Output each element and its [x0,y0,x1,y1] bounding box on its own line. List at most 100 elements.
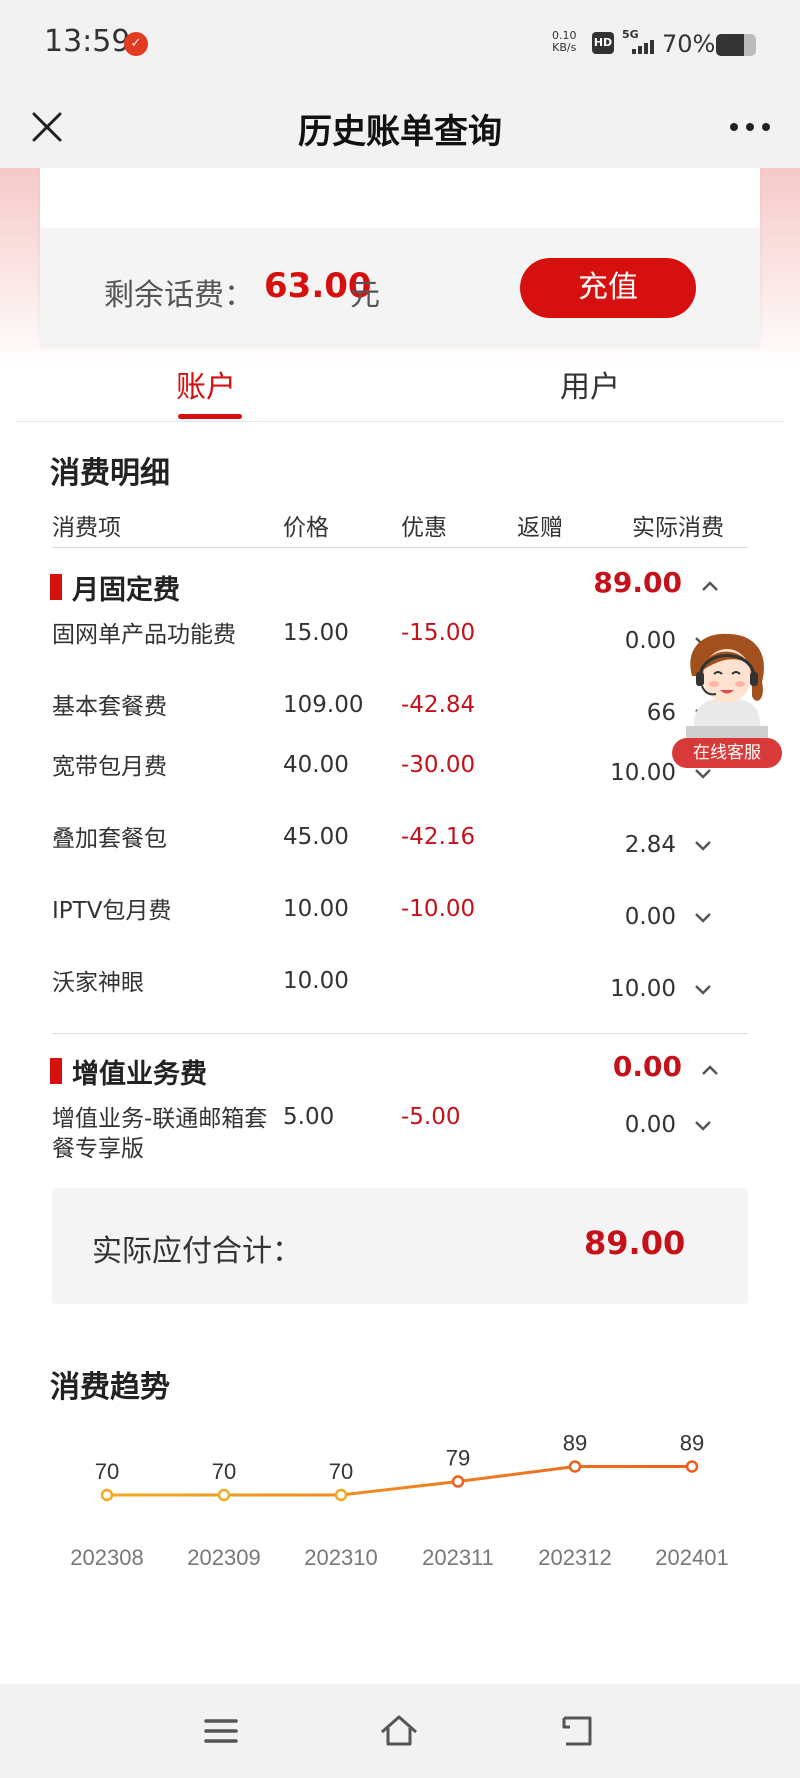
battery-percent: 70% [662,30,716,58]
chevron-up-icon[interactable] [698,574,722,598]
group-name: 增值业务费 [72,1059,207,1090]
fee-discount: -15.00 [401,620,476,646]
balance-card: 剩余话费： 63.00 元 充值 [40,168,760,344]
trend-title: 消费趋势 [50,1370,170,1405]
fee-name: 宽带包月费 [52,754,167,780]
chevron-up-icon[interactable] [698,1058,722,1082]
fee-price: 45.00 [283,824,349,850]
account-tabs: 账户 用户 [16,352,784,422]
fee-actual: 0.00 [624,1112,676,1138]
fee-name: 叠加套餐包 [52,826,167,852]
group-name: 月固定费 [72,575,180,606]
trend-month-label: 202309 [187,1545,260,1570]
page-title: 历史账单查询 [298,112,502,152]
trend-point[interactable] [100,1488,114,1502]
tab-active-indicator [178,414,242,419]
chevron-down-icon[interactable] [692,978,714,1000]
back-icon[interactable] [556,1710,598,1752]
signal-bars-icon [632,38,658,54]
trend-value-label: 89 [680,1431,704,1456]
fee-actual: 10.00 [610,976,676,1002]
trend-point[interactable] [451,1475,465,1488]
menu-icon[interactable] [200,1710,242,1752]
fee-row[interactable]: 沃家神眼 10.00 10.00 [52,968,752,1012]
group-divider [52,1033,748,1034]
fee-name: 增值业务-联通邮箱套餐专享版 [52,1106,268,1162]
fee-row[interactable]: 宽带包月费 40.00 -30.00 10.00 [52,752,752,796]
chevron-down-icon[interactable] [692,1114,714,1136]
balance-unit: 元 [350,278,380,313]
consumption-trend-chart: 70 202308 70 202309 70 202310 79 202311 89 202312… [70,1431,728,1571]
close-icon[interactable] [22,102,72,152]
fee-discount: -5.00 [401,1104,461,1130]
trend-point[interactable] [568,1460,582,1473]
trend-value-label: 70 [95,1459,119,1484]
fee-name: 沃家神眼 [52,970,144,996]
detail-table-header: 消费项 价格 优惠 返赠 实际消费 [52,508,748,548]
fee-row[interactable]: IPTV包月费 10.00 -10.00 0.00 [52,896,752,940]
notification-icon: ✓ [124,32,148,56]
balance-panel: 剩余话费： 63.00 元 充值 [40,228,760,344]
trend-month-label: 202311 [422,1545,494,1570]
more-icon[interactable] [722,102,778,152]
trend-value-label: 70 [212,1459,236,1484]
fee-actual: 0.00 [624,904,676,930]
tab-user[interactable]: 用户 [490,362,690,406]
balance-label: 剩余话费： [104,278,254,313]
detail-title: 消费明细 [50,456,170,491]
fee-price: 10.00 [283,968,349,994]
fee-name: 固网单产品功能费 [52,622,236,648]
tab-user-label: 用户 [560,370,620,405]
customer-service-avatar-icon [686,633,768,738]
online-customer-service[interactable]: 在线客服 [668,626,786,770]
fee-row[interactable]: 增值业务-联通邮箱套餐专享版 5.00 -5.00 0.00 [52,1104,752,1168]
fee-discount: -10.00 [401,896,476,922]
trend-value-label: 79 [446,1446,470,1471]
chevron-down-icon[interactable] [692,834,714,856]
trend-point[interactable] [685,1460,699,1473]
fee-name: 基本套餐费 [52,694,167,720]
fee-actual: 10.00 [610,760,676,786]
group-monthly-fee[interactable]: 月固定费 89.00 [50,566,750,606]
group-value-added-fee[interactable]: 增值业务费 0.00 [50,1050,750,1090]
column-price: 价格 [283,515,329,541]
column-item: 消费项 [52,515,121,541]
fee-price: 10.00 [283,896,349,922]
total-payable-box: 实际应付合计： 89.00 [52,1188,748,1304]
trend-value-label: 70 [329,1459,353,1484]
trend-line [107,1465,692,1497]
trend-month-label: 202310 [304,1545,377,1570]
fee-discount: -42.84 [401,692,476,718]
net-speed-unit: KB/s [552,41,577,54]
title-bar: 历史账单查询 [0,88,800,168]
total-label: 实际应付合计： [92,1234,302,1269]
column-discount: 优惠 [401,515,447,541]
fee-discount: -42.16 [401,824,476,850]
home-icon[interactable] [378,1710,420,1752]
trend-point[interactable] [334,1488,348,1502]
fee-row[interactable]: 叠加套餐包 45.00 -42.16 2.84 [52,824,752,868]
trend-point[interactable] [217,1488,231,1502]
chevron-down-icon[interactable] [692,906,714,928]
fee-price: 15.00 [283,620,349,646]
total-value: 89.00 [584,1224,686,1262]
trend-month-label: 202308 [70,1545,143,1570]
column-actual: 实际消费 [632,515,724,541]
recharge-button[interactable]: 充值 [520,258,696,318]
column-rebate: 返赠 [517,515,563,541]
group-marker [50,1058,62,1084]
fee-discount: -30.00 [401,752,476,778]
status-bar: 13:59 ✓ 0.10 KB/s HD 5G 70% [0,0,800,88]
status-time: 13:59 [44,24,131,59]
tab-account[interactable]: 账户 [106,362,306,419]
tab-account-label: 账户 [176,370,236,405]
fee-price: 109.00 [283,692,364,718]
fee-row[interactable]: 基本套餐费 109.00 -42.84 66 [52,692,752,736]
trend-month-label: 202401 [655,1545,728,1570]
group-marker [50,574,62,600]
fee-price: 40.00 [283,752,349,778]
system-nav-bar [0,1684,800,1778]
fee-row[interactable]: 固网单产品功能费 15.00 -15.00 0.00 [52,620,752,664]
fee-actual: 2.84 [624,832,676,858]
hd-icon: HD [592,32,614,54]
